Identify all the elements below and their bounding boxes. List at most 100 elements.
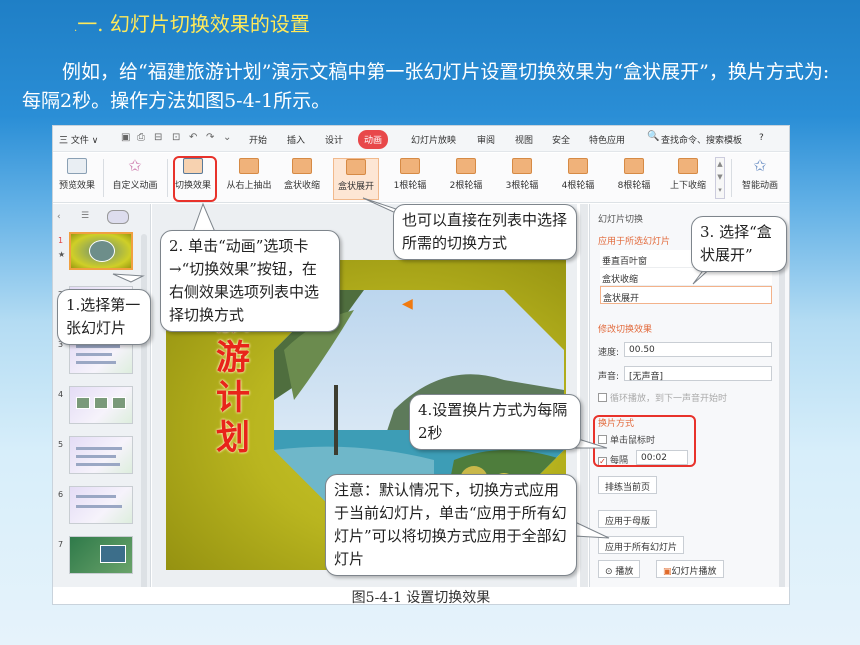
effect-box-in[interactable]: 盒状收缩 bbox=[279, 158, 325, 200]
effect-icon bbox=[512, 158, 532, 174]
intro-paragraph: 例如，给“福建旅游计划”演示文稿中第一张幻灯片设置切换效果为“盒状展开”，换片方… bbox=[22, 61, 830, 112]
callout-step-1: 1.选择第一张幻灯片 bbox=[57, 289, 151, 345]
section-heading: .一. 幻灯片切换效果的设置 bbox=[74, 8, 310, 37]
effect-from-top-right[interactable]: 从右上抽出 bbox=[221, 158, 277, 200]
slide-thumbnails-panel: ‹ ☰ 1 ★ 2 3 4 5 6 7 bbox=[53, 204, 151, 604]
thumb-line bbox=[76, 455, 116, 458]
thumb-line bbox=[76, 447, 122, 450]
effect-icon bbox=[624, 158, 644, 174]
collapse-icon[interactable]: ‹ bbox=[57, 212, 61, 222]
thumbnail-slide-7[interactable] bbox=[69, 536, 133, 574]
effect-wheel-3[interactable]: 3根轮辐 bbox=[499, 158, 545, 200]
thumb-number: 4 bbox=[58, 390, 64, 399]
thumb-photo bbox=[94, 397, 108, 409]
undo-icon[interactable]: ↶ bbox=[189, 132, 197, 143]
callout-step-2: 2. 单击“动画”选项卡→“切换效果”按钮，在右侧效果选项列表中选择切换方式 bbox=[160, 230, 340, 332]
callout-list-tip: 也可以直接在列表中选择所需的切换方式 bbox=[393, 204, 577, 260]
tab-animation[interactable]: 动画 bbox=[358, 130, 389, 149]
sound-label: 声音: bbox=[598, 372, 620, 382]
tab-review[interactable]: 审阅 bbox=[477, 133, 495, 146]
print-icon[interactable]: ⊟ bbox=[154, 132, 162, 143]
export-icon[interactable]: ⊡ bbox=[172, 132, 180, 143]
ribbon: 预览效果 ✩ 自定义动画 切换效果 从右上抽出 盒状收缩 盒状展开 1根轮辐 2根… bbox=[53, 153, 789, 203]
play-icon: ⊙ bbox=[605, 567, 616, 577]
rehearse-button[interactable]: 排练当前页 bbox=[598, 476, 658, 494]
ribbon-label: 从右上抽出 bbox=[226, 181, 272, 191]
save-icon[interactable]: ▣ bbox=[121, 132, 130, 143]
effect-icon bbox=[292, 158, 312, 174]
effect-icon bbox=[239, 158, 259, 174]
effect-icon bbox=[568, 158, 588, 174]
preview-effect-button[interactable]: 预览效果 bbox=[55, 158, 99, 200]
effect-wheel-8[interactable]: 8根轮辐 bbox=[611, 158, 657, 200]
screenshot-figure: 三 文件 ∨ ▣ ⎙ ⊟ ⊡ ↶ ↷ ⌄ 开始 插入 设计 动画 幻灯片放映 审… bbox=[52, 125, 790, 605]
more-arrow-icon[interactable]: ⌄ bbox=[223, 132, 231, 143]
thumb-number: 7 bbox=[58, 540, 64, 549]
effect-box-out[interactable]: 盒状展开 bbox=[333, 158, 379, 200]
thumbnail-slide-1[interactable] bbox=[69, 232, 133, 270]
custom-animation-button[interactable]: ✩ 自定义动画 bbox=[107, 158, 163, 200]
star-icon: ✩ bbox=[128, 156, 142, 175]
ribbon-label: 3根轮辐 bbox=[505, 181, 539, 191]
thumbnail-slide-5[interactable] bbox=[69, 436, 133, 474]
ribbon-label: 智能动画 bbox=[741, 181, 778, 191]
loop-checkbox[interactable]: 循环播放，到下一声音开始时 bbox=[598, 391, 727, 404]
thumbnail-slide-4[interactable] bbox=[69, 386, 133, 424]
thumb-line bbox=[76, 505, 122, 508]
speaker-icon[interactable]: ◀ bbox=[402, 296, 413, 312]
apply-to-master-button[interactable]: 应用于母版 bbox=[598, 510, 658, 528]
thumb-number: 6 bbox=[58, 490, 64, 499]
print-preview-icon[interactable]: ⎙ bbox=[137, 132, 145, 143]
tab-insert[interactable]: 插入 bbox=[287, 133, 305, 146]
callout-step-3: 3. 选择“盒状展开” bbox=[691, 216, 787, 272]
pane-scrollbar[interactable] bbox=[779, 234, 785, 596]
callout-step-4: 4.设置换片方式为每隔2秒 bbox=[409, 394, 581, 450]
apply-to-all-button[interactable]: 应用于所有幻灯片 bbox=[598, 536, 685, 554]
tab-special[interactable]: 特色应用 bbox=[589, 133, 625, 146]
ribbon-label: 盒状收缩 bbox=[283, 181, 320, 191]
sound-select[interactable]: [无声音] bbox=[624, 366, 772, 382]
speed-label: 速度: bbox=[598, 348, 620, 358]
tab-view[interactable]: 视图 bbox=[515, 133, 533, 146]
checkbox-icon bbox=[598, 393, 607, 402]
search-commands[interactable]: 查找命令、搜索模板 bbox=[661, 133, 742, 146]
play-label: 播放 bbox=[615, 567, 634, 577]
slideshow-button[interactable]: ▣幻灯片播放 bbox=[656, 560, 724, 578]
search-icon: 🔍 bbox=[647, 131, 660, 142]
tab-slideshow[interactable]: 幻灯片放映 bbox=[411, 133, 456, 146]
play-button[interactable]: ⊙ 播放 bbox=[598, 560, 641, 578]
slideshow-label: 幻灯片播放 bbox=[671, 567, 717, 577]
effect-icon bbox=[678, 158, 698, 174]
ribbon-label: 上下收缩 bbox=[669, 181, 706, 191]
thumb-line bbox=[76, 495, 116, 498]
file-menu[interactable]: 三 文件 ∨ bbox=[59, 133, 98, 146]
thumb-photo bbox=[76, 397, 90, 409]
help-button[interactable]: ? bbox=[759, 133, 764, 143]
ribbon-label: 8根轮辐 bbox=[617, 181, 651, 191]
thumbnail-slide-6[interactable] bbox=[69, 486, 133, 524]
tab-security[interactable]: 安全 bbox=[552, 133, 570, 146]
effect-split-vertical[interactable]: 上下收缩 bbox=[665, 158, 711, 200]
ribbon-label: 预览效果 bbox=[58, 181, 95, 191]
slide-view-icon[interactable] bbox=[107, 210, 129, 224]
modify-section-title: 修改切换效果 bbox=[598, 325, 653, 335]
outline-view-icon[interactable]: ☰ bbox=[81, 211, 89, 221]
pane-header: 幻灯片切换 bbox=[598, 215, 644, 225]
effect-wheel-1[interactable]: 1根轮辐 bbox=[387, 158, 433, 200]
smart-animation-button[interactable]: ✩ 智能动画 bbox=[735, 158, 785, 200]
speed-field[interactable]: 00.50 bbox=[624, 342, 772, 357]
thumb-line bbox=[76, 463, 120, 466]
tab-start[interactable]: 开始 bbox=[249, 133, 267, 146]
redo-icon[interactable]: ↷ bbox=[206, 132, 214, 143]
canvas-scrollbar[interactable] bbox=[580, 204, 588, 604]
tab-design[interactable]: 设计 bbox=[325, 133, 343, 146]
list-item-selected[interactable]: 盒状展开 bbox=[600, 286, 772, 304]
star-marker-icon: ★ bbox=[58, 250, 66, 259]
thumb-line bbox=[76, 345, 120, 348]
effect-wheel-2[interactable]: 2根轮辐 bbox=[443, 158, 489, 200]
gallery-scroll[interactable]: ▲ ▼ ▾ bbox=[715, 157, 725, 199]
effect-wheel-4[interactable]: 4根轮辐 bbox=[555, 158, 601, 200]
ribbon-divider bbox=[167, 159, 168, 197]
effect-icon bbox=[456, 158, 476, 174]
thumb-number: 5 bbox=[58, 440, 64, 449]
